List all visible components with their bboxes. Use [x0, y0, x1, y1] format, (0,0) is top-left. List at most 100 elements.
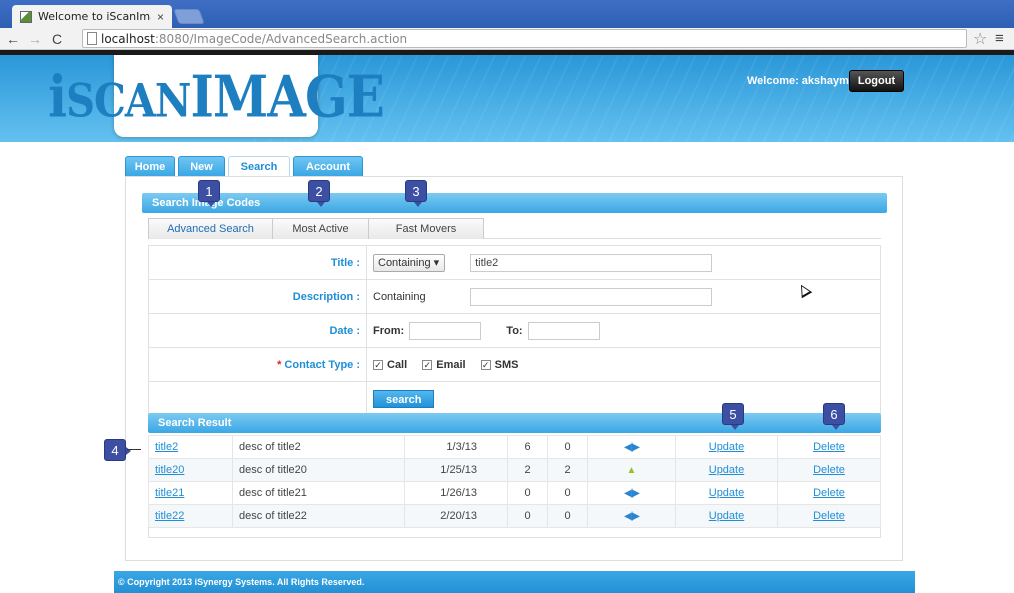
tab-search[interactable]: Search: [228, 156, 290, 176]
address-bar[interactable]: localhost:8080/ImageCode/AdvancedSearch.…: [82, 29, 967, 48]
result-count-1: 0: [507, 504, 548, 528]
main-nav-tabs: Home New Search Account: [125, 156, 366, 176]
result-title-link[interactable]: title21: [155, 487, 184, 499]
result-count-2: 0: [547, 481, 588, 505]
description-label: Description :: [148, 279, 367, 314]
sms-label: SMS: [494, 358, 519, 371]
result-desc: desc of title20: [232, 458, 405, 482]
logo-letter-i: i: [48, 62, 67, 130]
callout-4-line: [127, 449, 141, 450]
title-select-value: Containing: [378, 256, 431, 269]
up-triangle-icon[interactable]: ▲: [627, 465, 637, 476]
left-right-arrows-icon[interactable]: ◀|▶: [624, 442, 640, 453]
date-from-input[interactable]: [409, 321, 482, 340]
delete-link[interactable]: Delete: [813, 510, 845, 522]
bookmark-star-icon[interactable]: ☆: [973, 29, 987, 49]
left-right-arrows-icon[interactable]: ◀|▶: [624, 488, 640, 499]
table-row: title21 desc of title21 1/26/13 0 0 ◀|▶ …: [148, 481, 881, 505]
update-link[interactable]: Update: [709, 441, 744, 453]
tab-home[interactable]: Home: [125, 156, 175, 176]
search-form: Title : Containing ▾ title2 Description …: [148, 245, 881, 416]
search-section-header: Search Image Codes: [142, 193, 887, 213]
result-title-link[interactable]: title22: [155, 510, 184, 522]
menu-icon[interactable]: ≡: [995, 30, 1004, 47]
back-arrow-icon[interactable]: ←: [4, 31, 22, 47]
subtab-advanced-search[interactable]: Advanced Search: [148, 218, 273, 239]
callout-2: 2: [308, 180, 330, 207]
description-input[interactable]: [470, 287, 713, 306]
title-input[interactable]: title2: [470, 253, 713, 272]
search-result-header: Search Result: [148, 413, 881, 433]
result-date: 1/25/13: [404, 458, 508, 482]
browser-toolbar: ← → C localhost:8080/ImageCode/AdvancedS…: [0, 28, 1014, 50]
delete-link[interactable]: Delete: [813, 487, 845, 499]
left-right-arrows-icon[interactable]: ◀|▶: [624, 511, 640, 522]
page-icon: [87, 32, 97, 45]
site-header: iSCANIMAGE Welcome: akshaym Logout: [0, 50, 1014, 142]
callout-5: 5: [722, 403, 744, 430]
result-table: title2 desc of title2 1/3/13 6 0 ◀|▶ Upd…: [148, 435, 881, 528]
update-link[interactable]: Update: [709, 464, 744, 476]
email-label: Email: [436, 358, 466, 371]
required-mark: *: [277, 358, 282, 371]
search-button[interactable]: search: [373, 389, 435, 408]
tab-new[interactable]: New: [178, 156, 225, 176]
callout-6: 6: [823, 403, 845, 430]
sms-checkbox[interactable]: ✓: [480, 359, 491, 370]
result-count-1: 6: [507, 435, 548, 459]
email-checkbox[interactable]: ✓: [422, 359, 433, 370]
result-date: 1/3/13: [404, 435, 508, 459]
call-label: Call: [387, 358, 408, 371]
browser-tab[interactable]: Welcome to iScanImag ×: [12, 5, 172, 28]
table-row: title22 desc of title22 2/20/13 0 0 ◀|▶ …: [148, 504, 881, 528]
description-mode: Containing: [373, 290, 426, 303]
subtab-fast-movers[interactable]: Fast Movers: [368, 218, 484, 239]
update-link[interactable]: Update: [709, 487, 744, 499]
table-row: title2 desc of title2 1/3/13 6 0 ◀|▶ Upd…: [148, 435, 881, 459]
result-table-footer: [148, 527, 881, 538]
image-favicon-icon: [20, 10, 32, 23]
welcome-text: Welcome: akshaym: [747, 75, 849, 87]
date-label: Date :: [148, 313, 367, 348]
result-date: 1/26/13: [404, 481, 508, 505]
result-count-2: 0: [547, 504, 588, 528]
logout-button[interactable]: Logout: [849, 70, 904, 92]
browser-tabstrip: Welcome to iScanImag ×: [0, 0, 1014, 28]
search-sub-tabs: Advanced Search Most Active Fast Movers: [148, 218, 881, 239]
callout-3: 3: [405, 180, 427, 207]
result-count-1: 2: [507, 458, 548, 482]
tab-account[interactable]: Account: [293, 156, 363, 176]
new-tab-button[interactable]: [173, 9, 205, 24]
logo[interactable]: iSCANIMAGE: [48, 55, 385, 137]
result-date: 2/20/13: [404, 504, 508, 528]
result-count-2: 0: [547, 435, 588, 459]
close-tab-icon[interactable]: ×: [157, 10, 164, 24]
delete-link[interactable]: Delete: [813, 464, 845, 476]
update-link[interactable]: Update: [709, 510, 744, 522]
empty-cell: [148, 381, 367, 416]
result-desc: desc of title21: [232, 481, 405, 505]
reload-icon[interactable]: C: [48, 31, 66, 47]
result-desc: desc of title2: [232, 435, 405, 459]
forward-arrow-icon[interactable]: →: [26, 31, 44, 47]
title-match-select[interactable]: Containing ▾: [373, 253, 445, 272]
result-title-link[interactable]: title20: [155, 464, 184, 476]
result-title-link[interactable]: title2: [155, 441, 178, 453]
table-row: title20 desc of title20 1/25/13 2 2 ▲ Up…: [148, 458, 881, 482]
callout-4: 4: [104, 439, 131, 461]
result-count-2: 2: [547, 458, 588, 482]
contact-type-label: Contact Type :: [284, 358, 360, 371]
from-label: From:: [373, 324, 405, 337]
title-label: Title :: [148, 245, 367, 280]
footer: © Copyright 2013 iSynergy Systems. All R…: [114, 571, 915, 593]
call-checkbox[interactable]: ✓: [373, 359, 383, 370]
url-host: localhost: [101, 31, 155, 46]
delete-link[interactable]: Delete: [813, 441, 845, 453]
date-to-input[interactable]: [527, 321, 600, 340]
logo-image: IMAGE: [190, 62, 385, 130]
logo-scan: SCAN: [66, 73, 191, 128]
url-path: :8080/ImageCode/AdvancedSearch.action: [154, 31, 408, 46]
subtab-most-active[interactable]: Most Active: [272, 218, 369, 239]
result-desc: desc of title22: [232, 504, 405, 528]
callout-1: 1: [198, 180, 220, 207]
